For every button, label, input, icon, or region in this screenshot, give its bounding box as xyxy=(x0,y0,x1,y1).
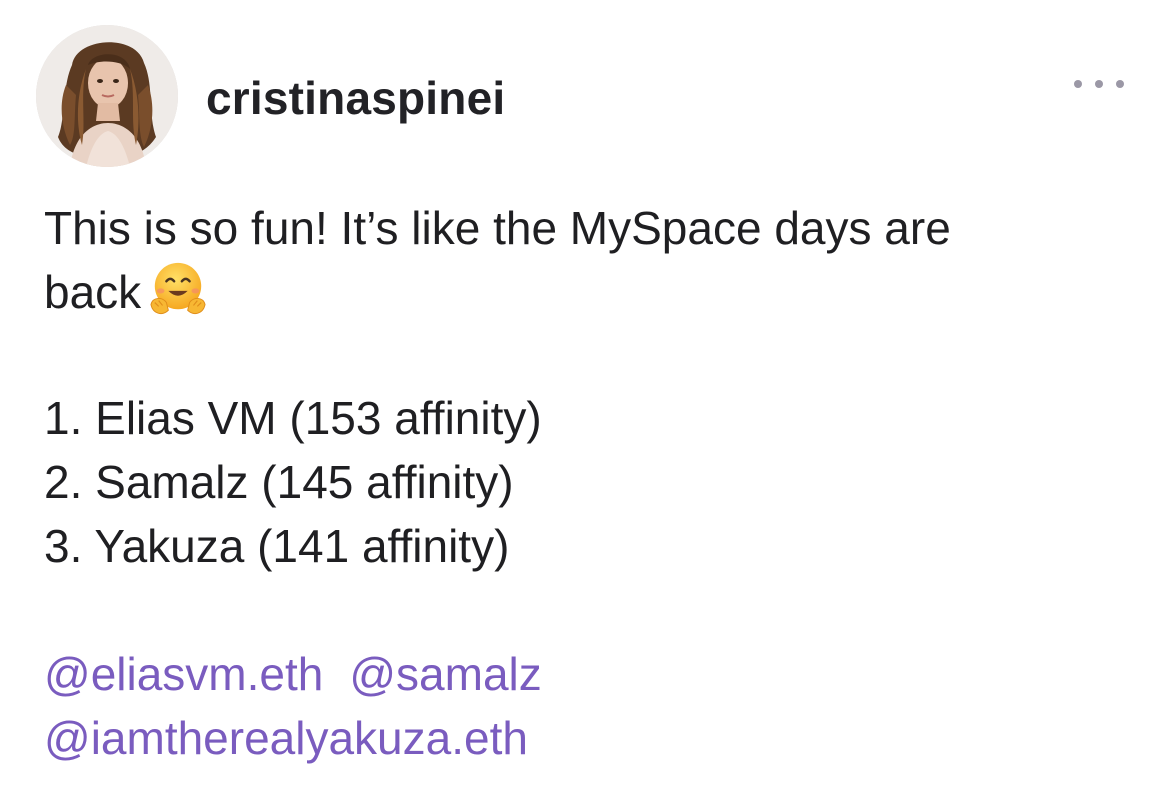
list-item: 3. Yakuza (141 affinity) xyxy=(44,520,510,572)
mentions-row: @iamtherealyakuza.eth xyxy=(44,706,542,770)
hugging-face-emoji xyxy=(150,262,206,315)
mentions: @eliasvm.eth @samalz @iamtherealyakuza.et… xyxy=(44,642,542,770)
mention-link-samalz[interactable]: @samalz xyxy=(349,648,541,700)
cast-post: cristinaspinei This is so fun! It’s like… xyxy=(0,0,1170,802)
list-item: 2. Samalz (145 affinity) xyxy=(44,456,514,508)
more-horizontal-icon-dot xyxy=(1116,80,1124,88)
mention-link-eliasvm[interactable]: @eliasvm.eth xyxy=(44,648,323,700)
post-text-line: back xyxy=(44,260,1124,324)
mentions-row: @eliasvm.eth @samalz xyxy=(44,642,542,706)
avatar[interactable] xyxy=(36,25,178,167)
mention-link-iamtherealyakuza[interactable]: @iamtherealyakuza.eth xyxy=(44,712,528,764)
more-horizontal-icon-dot xyxy=(1095,80,1103,88)
author-username[interactable]: cristinaspinei xyxy=(206,74,505,122)
post-text-fragment: back xyxy=(44,266,142,318)
more-horizontal-icon xyxy=(1074,80,1082,88)
post-text-line: This is so fun! It’s like the MySpace da… xyxy=(44,202,951,254)
post-body: This is so fun! It’s like the MySpace da… xyxy=(44,197,1124,324)
profile-photo xyxy=(36,25,178,167)
affinity-list: 1. Elias VM (153 affinity) 2. Samalz (14… xyxy=(44,386,542,578)
more-options-button[interactable] xyxy=(1074,70,1124,98)
list-item: 1. Elias VM (153 affinity) xyxy=(44,392,542,444)
